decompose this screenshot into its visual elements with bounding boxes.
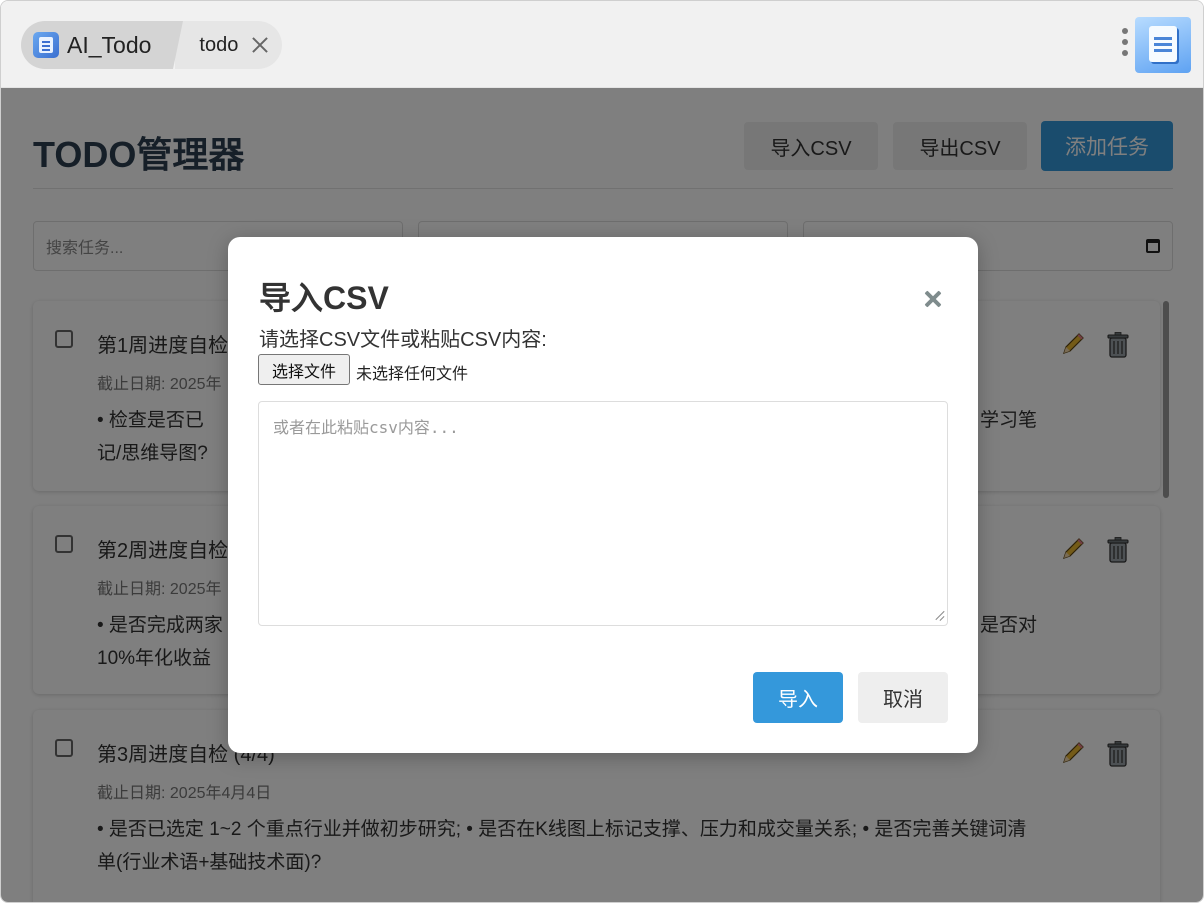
page-tab[interactable]: todo xyxy=(175,21,283,69)
resize-grip-icon[interactable] xyxy=(934,611,944,621)
todo-app-avatar-icon[interactable] xyxy=(1135,17,1191,73)
page-tab-label: todo xyxy=(199,33,239,56)
confirm-import-button[interactable]: 导入 xyxy=(753,672,843,723)
app-window: AI_Todo todo TODO管理器 导入CSV 导出CSV 添加任务 搜索… xyxy=(0,0,1204,903)
close-tab-icon[interactable] xyxy=(250,35,270,55)
tab-group: AI_Todo todo xyxy=(21,21,283,69)
app-tab-label: AI_Todo xyxy=(67,31,152,58)
csv-content-textarea[interactable] xyxy=(258,401,948,626)
modal-title: 导入CSV xyxy=(259,280,389,316)
choose-file-button[interactable]: 选择文件 xyxy=(258,354,350,385)
close-icon[interactable] xyxy=(923,287,943,311)
cancel-button[interactable]: 取消 xyxy=(858,672,948,723)
kebab-menu-icon[interactable] xyxy=(1119,28,1131,62)
app-tab[interactable]: AI_Todo xyxy=(21,21,184,69)
file-status-text: 未选择任何文件 xyxy=(356,366,469,383)
import-csv-modal: 导入CSV 请选择CSV文件或粘贴CSV内容: 选择文件 未选择任何文件 导入 … xyxy=(228,237,978,753)
title-bar: AI_Todo todo xyxy=(1,1,1203,88)
app-logo-icon xyxy=(33,32,59,58)
modal-prompt: 请选择CSV文件或粘贴CSV内容: xyxy=(259,329,547,351)
